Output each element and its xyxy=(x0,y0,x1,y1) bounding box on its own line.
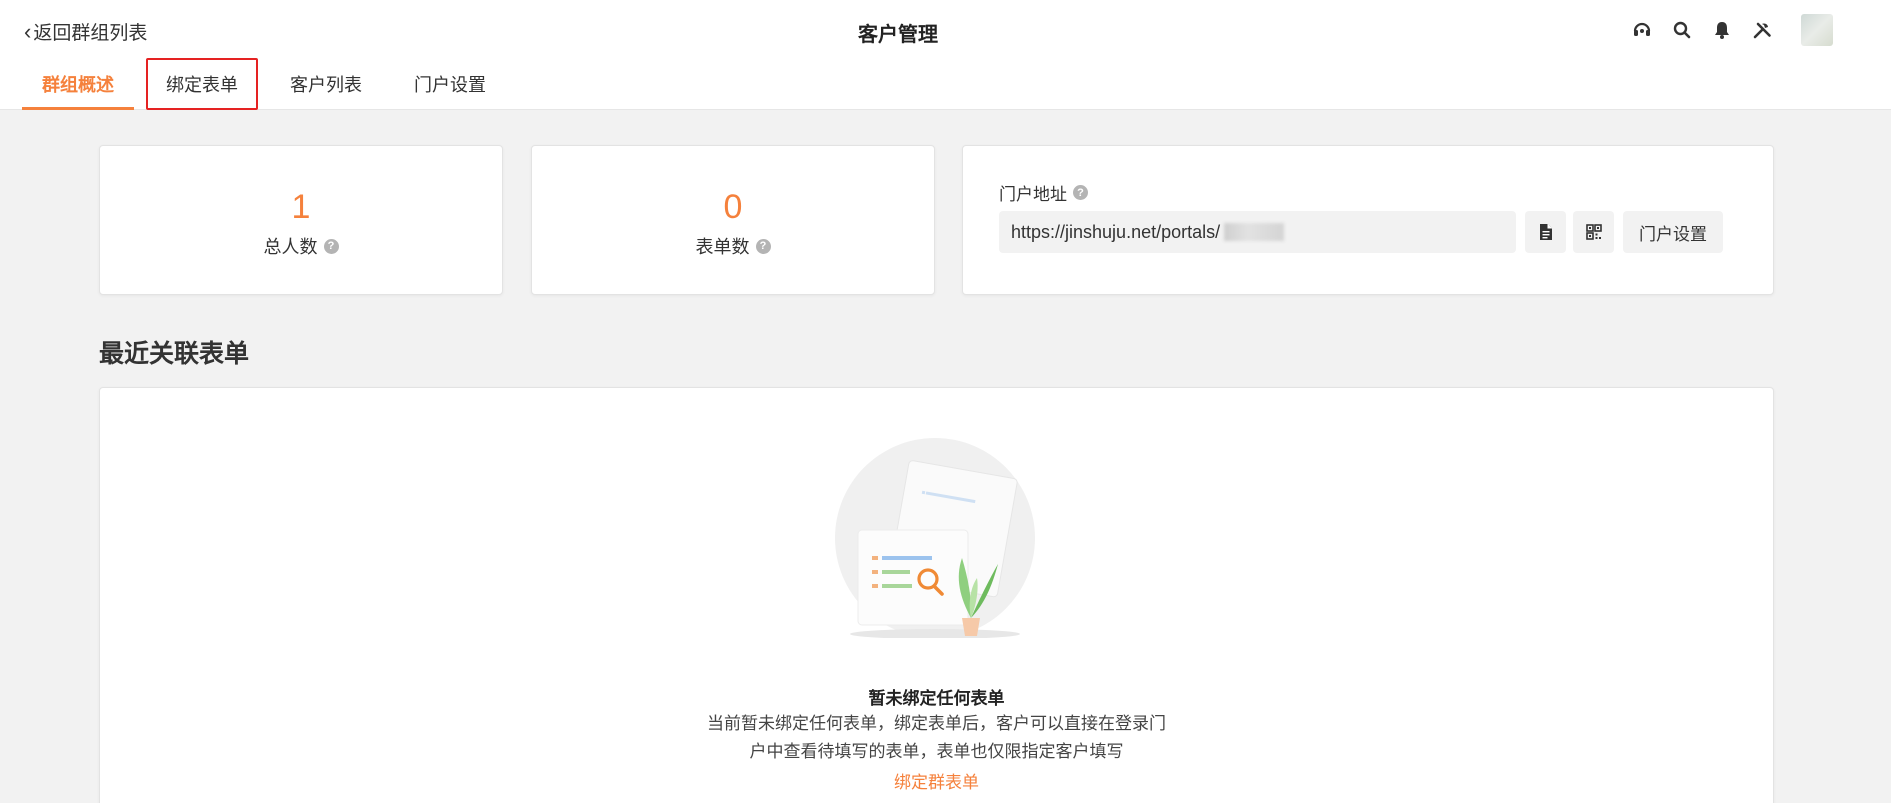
form-count-label-row: 表单数 ? xyxy=(532,233,934,259)
section-title-recent-forms: 最近关联表单 xyxy=(99,340,250,368)
total-people-label-row: 总人数 ? xyxy=(100,233,502,259)
empty-state-illustration xyxy=(835,438,1035,638)
tab-customer-list[interactable]: 客户列表 xyxy=(270,58,382,110)
headset-icon[interactable] xyxy=(1631,19,1653,41)
form-count-value: 0 xyxy=(723,188,743,226)
tab-group-overview[interactable]: 群组概述 xyxy=(22,58,134,110)
total-people-value: 1 xyxy=(291,188,311,226)
recent-forms-panel: 暂未绑定任何表单 当前暂未绑定任何表单，绑定表单后，客户可以直接在登录门 户中查… xyxy=(99,387,1774,803)
empty-state-description: 当前暂未绑定任何表单，绑定表单后，客户可以直接在登录门 户中查看待填写的表单，表… xyxy=(100,710,1773,766)
document-icon xyxy=(1539,224,1552,240)
empty-state-description-line-1: 当前暂未绑定任何表单，绑定表单后，客户可以直接在登录门 xyxy=(707,714,1166,733)
help-icon[interactable]: ? xyxy=(755,238,771,254)
bell-icon[interactable] xyxy=(1711,19,1733,41)
total-people-label: 总人数 xyxy=(263,237,318,257)
tab-portal-settings[interactable]: 门户设置 xyxy=(394,58,506,110)
redacted-url-suffix xyxy=(1224,223,1285,241)
portal-address-card: 门户地址 ? https://jinshuju.net/portals/ 门户设… xyxy=(962,145,1774,295)
empty-state-description-line-2: 户中查看待填写的表单，表单也仅限指定客户填写 xyxy=(749,742,1124,761)
total-people-card: 1 总人数 ? xyxy=(99,145,503,295)
tab-bind-forms[interactable]: 绑定表单 xyxy=(146,58,258,110)
portal-address-label: 门户地址 xyxy=(999,185,1067,204)
copy-url-button[interactable] xyxy=(1525,211,1566,253)
form-count-label: 表单数 xyxy=(695,237,750,257)
help-icon[interactable]: ? xyxy=(323,238,339,254)
portal-address-label-row: 门户地址 ? xyxy=(999,180,1088,205)
portal-settings-button[interactable]: 门户设置 xyxy=(1623,211,1723,253)
tab-bar: 群组概述 绑定表单 客户列表 门户设置 xyxy=(22,58,518,110)
tools-icon[interactable] xyxy=(1751,19,1773,41)
form-count-card: 0 表单数 ? xyxy=(531,145,935,295)
search-icon[interactable] xyxy=(1671,19,1693,41)
empty-state-title: 暂未绑定任何表单 xyxy=(868,689,1005,708)
page-title: 客户管理 xyxy=(858,24,938,46)
avatar[interactable] xyxy=(1801,14,1833,46)
header-icons xyxy=(1631,14,1833,46)
qrcode-button[interactable] xyxy=(1573,211,1614,253)
top-bar: ‹ 返回群组列表 客户管理 群组概述 绑定表单 客户列表 门户设置 xyxy=(0,0,1891,110)
bind-group-form-link[interactable]: 绑定群表单 xyxy=(100,768,1773,793)
qrcode-icon xyxy=(1585,224,1602,240)
help-icon[interactable]: ? xyxy=(1073,185,1088,200)
portal-url-field[interactable]: https://jinshuju.net/portals/ xyxy=(999,211,1516,253)
portal-url-text: https://jinshuju.net/portals/ xyxy=(1011,221,1221,242)
